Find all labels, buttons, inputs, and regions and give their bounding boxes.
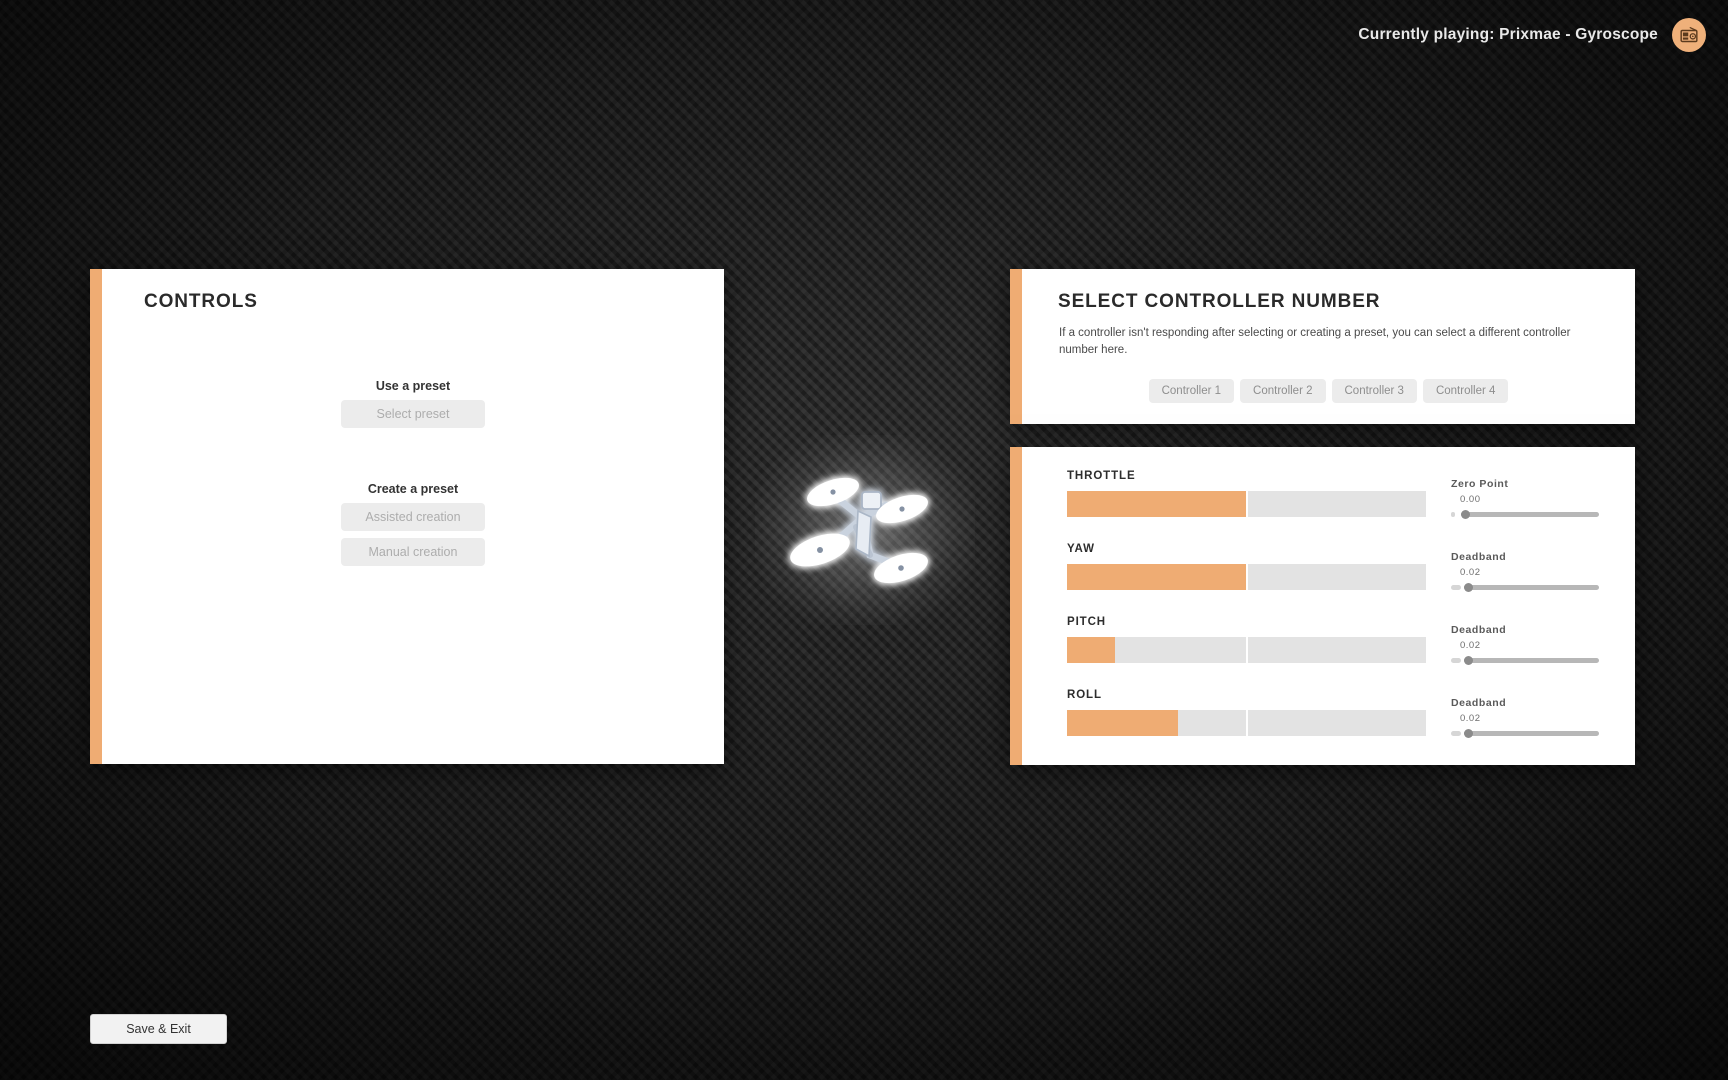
slider-label: Deadband xyxy=(1451,697,1507,709)
panel-accent-bar xyxy=(1010,269,1022,424)
controller-4-button[interactable]: Controller 4 xyxy=(1422,379,1509,403)
manual-creation-button[interactable]: Manual creation xyxy=(341,538,485,566)
controller-1-button[interactable]: Controller 1 xyxy=(1148,379,1235,403)
controller-number-description: If a controller isn't responding after s… xyxy=(1059,327,1571,356)
create-a-preset-group: Create a preset Assisted creation Manual… xyxy=(341,482,485,566)
slider-knob[interactable] xyxy=(1464,655,1474,665)
slider-left-stub xyxy=(1451,511,1456,517)
slider-widget[interactable] xyxy=(1451,508,1599,519)
slider-widget[interactable] xyxy=(1451,581,1599,592)
controller-number-panel: SELECT CONTROLLER NUMBER If a controller… xyxy=(1010,269,1635,424)
radio-icon[interactable] xyxy=(1672,18,1706,52)
assisted-creation-button[interactable]: Assisted creation xyxy=(341,503,485,531)
axis-row-yaw: YAW Deadband 0.02 xyxy=(1022,543,1635,616)
controller-number-title: SELECT CONTROLLER NUMBER xyxy=(1058,291,1381,312)
slider-value: 0.02 xyxy=(1460,567,1481,578)
axis-slider-group: Deadband 0.02 xyxy=(1451,697,1603,738)
axis-row-roll: ROLL Deadband 0.02 xyxy=(1022,689,1635,762)
axis-bar-left xyxy=(1067,491,1246,517)
axis-row-throttle: THROTTLE Zero Point 0.00 xyxy=(1022,470,1635,543)
slider-track[interactable] xyxy=(1464,584,1599,590)
slider-left-stub xyxy=(1451,730,1462,736)
slider-track[interactable] xyxy=(1461,511,1599,517)
axis-bar-right xyxy=(1247,564,1426,590)
slider-value: 0.02 xyxy=(1460,713,1481,724)
now-playing-label: Currently playing: Prixmae - Gyroscope xyxy=(1358,26,1658,43)
controls-panel-body: CONTROLS Use a preset Select preset Crea… xyxy=(102,269,724,764)
axis-bar xyxy=(1067,491,1426,517)
axis-bar-left xyxy=(1067,637,1246,663)
axes-panel: THROTTLE Zero Point 0.00 YAW Deadband 0.… xyxy=(1010,447,1635,765)
axis-slider-group: Zero Point 0.00 xyxy=(1451,478,1603,519)
slider-track[interactable] xyxy=(1464,657,1599,663)
axis-bar xyxy=(1067,564,1426,590)
axis-bar-right xyxy=(1247,710,1426,736)
slider-knob[interactable] xyxy=(1464,582,1474,592)
slider-track[interactable] xyxy=(1464,730,1599,736)
controls-panel: CONTROLS Use a preset Select preset Crea… xyxy=(90,269,724,764)
axis-bar-fill xyxy=(1067,637,1116,663)
slider-widget[interactable] xyxy=(1451,654,1599,665)
controls-panel-title: CONTROLS xyxy=(144,291,258,312)
axis-slider-group: Deadband 0.02 xyxy=(1451,624,1603,665)
axis-bar-fill xyxy=(1067,564,1246,590)
axis-bar-right xyxy=(1247,491,1426,517)
axes-panel-body: THROTTLE Zero Point 0.00 YAW Deadband 0.… xyxy=(1022,447,1635,765)
select-preset-button[interactable]: Select preset xyxy=(341,400,485,428)
slider-label: Deadband xyxy=(1451,624,1507,636)
slider-knob[interactable] xyxy=(1464,728,1474,738)
axis-bar xyxy=(1067,710,1426,736)
create-a-preset-heading: Create a preset xyxy=(367,482,459,496)
drone-illustration xyxy=(755,435,975,625)
slider-value: 0.02 xyxy=(1460,640,1481,651)
axis-bar-fill xyxy=(1067,710,1178,736)
controller-button-group: Controller 1 Controller 2 Controller 3 C… xyxy=(1022,379,1635,403)
axis-bar-fill xyxy=(1067,491,1246,517)
axis-bar-left xyxy=(1067,564,1246,590)
use-a-preset-group: Use a preset Select preset xyxy=(341,379,485,428)
axis-slider-group: Deadband 0.02 xyxy=(1451,551,1603,592)
preset-groups: Use a preset Select preset Create a pres… xyxy=(102,379,724,566)
use-a-preset-heading: Use a preset xyxy=(375,379,451,393)
slider-left-stub xyxy=(1451,657,1462,663)
slider-value: 0.00 xyxy=(1460,494,1481,505)
axis-bar-left xyxy=(1067,710,1246,736)
slider-widget[interactable] xyxy=(1451,727,1599,738)
axes-list: THROTTLE Zero Point 0.00 YAW Deadband 0.… xyxy=(1022,470,1635,762)
controller-number-panel-body: SELECT CONTROLLER NUMBER If a controller… xyxy=(1022,269,1635,424)
controller-3-button[interactable]: Controller 3 xyxy=(1331,379,1417,403)
axis-row-pitch: PITCH Deadband 0.02 xyxy=(1022,616,1635,689)
quadcopter-drone-icon xyxy=(790,477,928,584)
axis-bar xyxy=(1067,637,1426,663)
axis-bar-right xyxy=(1247,637,1426,663)
panel-accent-bar xyxy=(90,269,102,764)
panel-accent-bar xyxy=(1010,447,1022,765)
slider-label: Zero Point xyxy=(1451,478,1509,490)
slider-left-stub xyxy=(1451,584,1462,590)
now-playing-bar: Currently playing: Prixmae - Gyroscope xyxy=(1358,18,1706,52)
slider-knob[interactable] xyxy=(1461,509,1471,519)
save-and-exit-button[interactable]: Save & Exit xyxy=(90,1014,227,1044)
controller-2-button[interactable]: Controller 2 xyxy=(1240,379,1326,403)
slider-label: Deadband xyxy=(1451,551,1507,563)
app-root: Currently playing: Prixmae - Gyroscope C… xyxy=(0,0,1728,1080)
